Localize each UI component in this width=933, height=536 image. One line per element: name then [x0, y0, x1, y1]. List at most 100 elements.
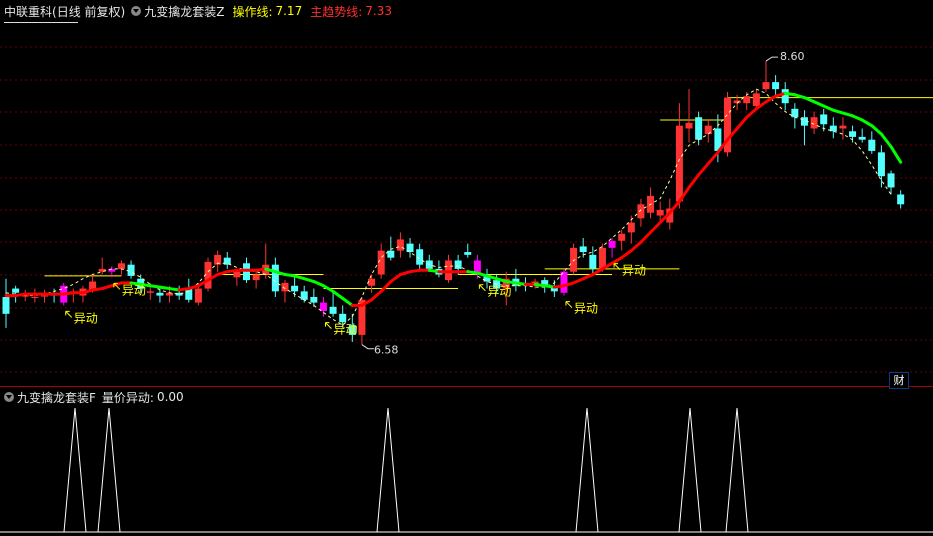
- candle-body: [579, 246, 587, 253]
- candle-body: [396, 239, 404, 251]
- candle-body: [695, 117, 703, 140]
- trend-line-segment: [293, 274, 306, 281]
- sub-value: 0.00: [156, 390, 184, 404]
- candle-body: [637, 204, 645, 219]
- trend-line-segment: [341, 296, 354, 307]
- finance-badge[interactable]: 财: [889, 372, 909, 389]
- candle-body: [772, 82, 780, 90]
- trend-line-segment: [822, 104, 835, 112]
- period-label[interactable]: (日线 前复权): [52, 3, 125, 20]
- candle-body: [146, 291, 154, 293]
- trend-line-segment: [802, 96, 816, 104]
- candle-body: [627, 222, 635, 233]
- candle-body: [887, 173, 895, 188]
- candle-body: [656, 209, 664, 216]
- sub-indicator-name[interactable]: 九变擒龙套装F: [17, 389, 96, 406]
- trend-line-segment: [870, 124, 883, 136]
- trend-line-segment: [370, 289, 383, 302]
- trend-line-segment: [735, 115, 749, 130]
- price-chart[interactable]: 异动异动异动异动异动异动8.606.58: [0, 0, 933, 386]
- trend-line-value: 7.33: [365, 4, 392, 18]
- candle-body: [2, 296, 10, 314]
- candle-body: [252, 274, 260, 281]
- trend-line-segment: [620, 249, 633, 260]
- candle-body: [339, 313, 347, 323]
- trend-line-segment: [668, 199, 681, 215]
- sub-header: 九变擒龙套装F 量价异动: 0.00: [0, 388, 184, 406]
- stock-name[interactable]: 中联重科: [4, 3, 52, 20]
- trend-line-segment: [572, 277, 585, 285]
- candle-body: [127, 264, 135, 276]
- trend-line-segment: [706, 150, 720, 166]
- trend-line-segment: [745, 107, 758, 119]
- candle-body: [743, 96, 751, 104]
- annotation-label: 异动: [487, 285, 511, 299]
- candle-body: [897, 194, 905, 205]
- candle-body: [233, 271, 241, 278]
- trend-line-segment: [764, 94, 778, 104]
- trend-line-segment: [812, 100, 826, 108]
- candle-body: [704, 125, 712, 135]
- candle-body: [608, 240, 616, 248]
- low-marker: [361, 344, 374, 350]
- trend-line-segment: [379, 280, 393, 293]
- candle-body: [752, 93, 760, 106]
- candle-body: [685, 122, 693, 129]
- indicator-name[interactable]: 九变擒龙套装Z: [144, 3, 224, 20]
- candle-body: [858, 136, 866, 140]
- low-label: 6.58: [374, 344, 399, 357]
- high-marker: [765, 56, 778, 62]
- candle-body: [319, 302, 327, 312]
- candle-body: [570, 247, 578, 272]
- main-header: 中联重科 (日线 前复权) 九变擒龙套装Z 操作线: 7.17 主趋势线: 7.…: [0, 0, 933, 22]
- signal-spike: [63, 407, 87, 533]
- candle-body: [820, 114, 828, 125]
- candle-body: [839, 125, 847, 129]
- candle-body: [40, 295, 48, 297]
- annotation-arrow: [479, 284, 486, 292]
- annotation-label: 异动: [333, 323, 357, 337]
- candle-body: [194, 288, 202, 303]
- signal-spike: [678, 407, 702, 533]
- annotation-label: 异动: [74, 311, 98, 325]
- annotation-label: 异动: [574, 302, 598, 316]
- candle-body: [12, 288, 20, 293]
- signal-spike: [725, 407, 749, 533]
- trend-line-segment: [831, 108, 845, 115]
- candle-body: [868, 139, 876, 151]
- trend-line-segment: [649, 221, 662, 234]
- dropdown-icon[interactable]: [4, 392, 14, 402]
- candle-body: [117, 263, 125, 269]
- trend-line-segment: [860, 118, 874, 128]
- signal-spike: [575, 407, 599, 533]
- trend-line-segment: [389, 273, 402, 284]
- high-label: 8.60: [780, 50, 805, 63]
- candle-body: [877, 152, 885, 177]
- candle-body: [791, 108, 799, 118]
- candle-body: [281, 282, 289, 292]
- trend-line-segment: [841, 111, 855, 118]
- signal-spike: [97, 407, 121, 533]
- trend-line-segment: [697, 162, 710, 177]
- trend-line-segment: [331, 289, 345, 300]
- annotation-arrow: [565, 301, 573, 308]
- annotation-arrow: [325, 322, 332, 329]
- candle-body: [291, 285, 299, 292]
- candle-body: [618, 233, 626, 241]
- op-line-label: 操作线:: [232, 4, 273, 19]
- sub-label: 量价异动:: [101, 390, 154, 405]
- trend-line-segment: [629, 240, 643, 253]
- trend-line-segment: [851, 114, 864, 122]
- stock-underline: [4, 22, 78, 23]
- candle-body: [849, 131, 857, 137]
- candle-body: [368, 278, 376, 286]
- trend-line-segment: [581, 273, 595, 281]
- candle-body: [464, 252, 472, 255]
- trend-line-segment: [610, 256, 624, 265]
- dropdown-icon[interactable]: [131, 6, 142, 16]
- trend-line-segment: [475, 271, 489, 278]
- trend-line-segment: [687, 173, 701, 189]
- panel-divider[interactable]: [0, 386, 933, 387]
- trend-line-segment: [398, 270, 412, 277]
- candle-body: [781, 89, 789, 104]
